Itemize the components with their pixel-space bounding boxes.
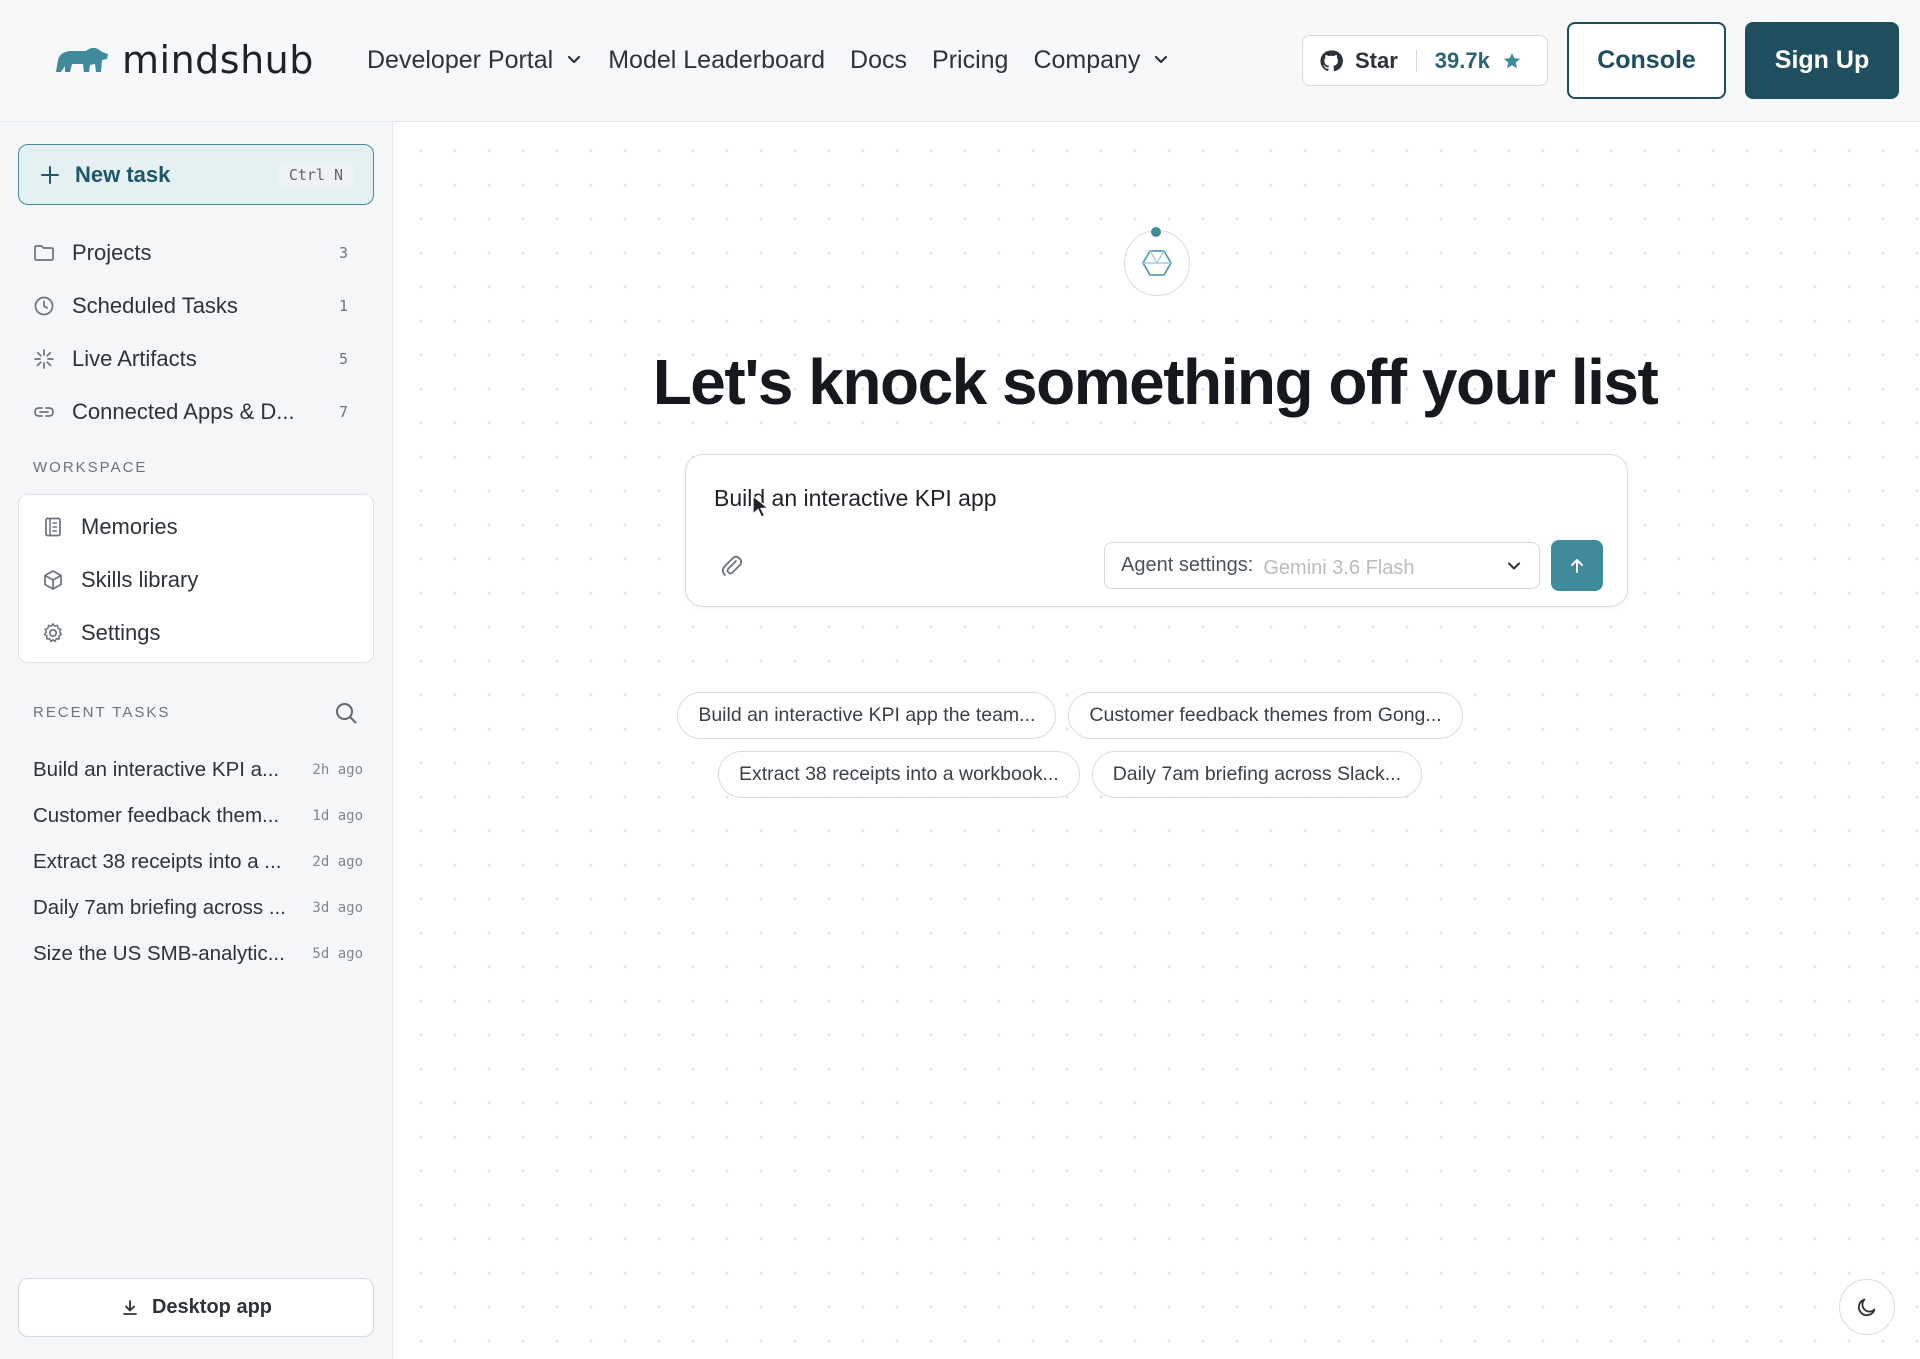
recent-task-time: 2d ago <box>312 854 363 870</box>
paperclip-icon[interactable] <box>718 552 744 578</box>
star-icon <box>1503 52 1520 68</box>
recent-task-time: 1d ago <box>312 808 363 824</box>
nav-company[interactable]: Company <box>1033 46 1170 75</box>
sidebar-primary-list: Projects 3 Scheduled Tasks 1 Live Artifa… <box>18 226 374 438</box>
new-task-button[interactable]: New task Ctrl N <box>18 144 374 205</box>
chevron-down-icon <box>1508 562 1520 570</box>
nav-docs[interactable]: Docs <box>850 46 907 75</box>
count-badge: 5 <box>338 349 348 368</box>
recent-task-time: 3d ago <box>312 900 363 916</box>
arrow-up-icon <box>1571 558 1583 573</box>
sidebar-item-label: Connected Apps & D... <box>72 398 295 424</box>
brand-logo[interactable]: mindshub <box>52 38 314 82</box>
download-icon <box>123 1299 137 1315</box>
recent-task-item[interactable]: Size the US SMB-analytic... 5d ago <box>33 931 363 977</box>
hexagon-cube-icon <box>1142 250 1172 276</box>
chevron-down-icon <box>568 55 581 64</box>
prompt-composer: Build an interactive KPI app Agent setti… <box>685 454 1628 607</box>
nav-developer-portal[interactable]: Developer Portal <box>367 46 583 75</box>
bear-icon <box>56 47 108 72</box>
nav-pricing[interactable]: Pricing <box>932 46 1008 75</box>
recent-task-time: 5d ago <box>312 946 363 962</box>
link-icon <box>34 406 54 417</box>
top-navbar: mindshub Developer Portal Model Leaderbo… <box>0 0 1920 122</box>
workspace-section-label: WORKSPACE <box>33 459 148 476</box>
sidebar-item-label: Skills library <box>81 566 199 592</box>
agent-settings-label: Agent settings: <box>1121 554 1254 576</box>
main-nav: Developer Portal Model Leaderboard Docs … <box>367 40 1195 80</box>
page-headline: Let's knock something off your list <box>652 346 1659 418</box>
count-badge: 3 <box>338 243 348 262</box>
suggestion-chip[interactable]: Build an interactive KPI app the team... <box>677 692 1057 739</box>
sign-up-button[interactable]: Sign Up <box>1745 22 1899 99</box>
count-badge: 1 <box>338 296 348 315</box>
nav-label: Docs <box>850 45 908 74</box>
theme-toggle-button[interactable] <box>1839 1279 1895 1335</box>
sidebar-item-connected-apps[interactable]: Connected Apps & D... 7 <box>18 385 374 438</box>
github-star-count: 39.7k <box>1434 47 1490 73</box>
agent-settings-value: Gemini 3.6 Flash <box>1263 557 1415 579</box>
suggestion-chips: Build an interactive KPI app the team...… <box>0 692 1920 810</box>
nav-model-leaderboard[interactable]: Model Leaderboard <box>608 46 825 75</box>
sidebar-item-label: Live Artifacts <box>72 345 197 371</box>
moon-icon <box>1857 1298 1876 1317</box>
sidebar-item-label: Scheduled Tasks <box>72 292 238 318</box>
gear-icon <box>43 622 63 642</box>
clock-icon <box>34 296 54 315</box>
nav-label: Company <box>1033 45 1141 74</box>
sidebar-item-live-artifacts[interactable]: Live Artifacts 5 <box>18 332 374 385</box>
workspace-list: Memories Skills library Settings <box>18 494 374 663</box>
new-task-label: New task <box>75 161 171 187</box>
desktop-app-label: Desktop app <box>151 1296 273 1318</box>
recent-task-item[interactable]: Extract 38 receipts into a ... 2d ago <box>33 839 363 885</box>
notebook-icon <box>45 517 61 536</box>
sidebar-item-projects[interactable]: Projects 3 <box>18 226 374 279</box>
hero-logo <box>1124 230 1190 296</box>
suggestion-row: Extract 38 receipts into a workbook... D… <box>220 751 1920 798</box>
recent-task-item[interactable]: Daily 7am briefing across ... 3d ago <box>33 885 363 931</box>
plus-icon <box>41 165 59 184</box>
chevron-down-icon <box>1155 55 1168 64</box>
agent-settings-select[interactable]: Agent settings: Gemini 3.6 Flash <box>1104 542 1540 589</box>
sparkle-icon <box>34 348 54 369</box>
github-star-button[interactable]: Star 39.7k <box>1302 35 1548 86</box>
status-dot <box>1151 227 1161 237</box>
sidebar-item-label: Settings <box>81 619 161 645</box>
github-star-label: Star <box>1355 47 1398 73</box>
desktop-app-button[interactable]: Desktop app <box>18 1278 374 1337</box>
nav-label: Developer Portal <box>367 45 554 74</box>
suggestion-chip[interactable]: Daily 7am briefing across Slack... <box>1091 751 1422 798</box>
sidebar-item-settings[interactable]: Settings <box>19 606 373 659</box>
recent-task-title: Daily 7am briefing across ... <box>33 896 286 919</box>
nav-label: Model Leaderboard <box>608 45 826 74</box>
folder-icon <box>34 244 54 261</box>
recent-task-title: Size the US SMB-analytic... <box>33 942 285 965</box>
sidebar-item-skills-library[interactable]: Skills library <box>19 553 373 606</box>
keyboard-shortcut: Ctrl N <box>278 163 353 187</box>
suggestion-chip[interactable]: Customer feedback themes from Gong... <box>1068 692 1463 739</box>
mouse-cursor-icon <box>752 494 770 518</box>
github-icon <box>1320 49 1343 71</box>
sidebar-item-scheduled-tasks[interactable]: Scheduled Tasks 1 <box>18 279 374 332</box>
sidebar-item-label: Projects <box>72 239 152 265</box>
suggestion-chip[interactable]: Extract 38 receipts into a workbook... <box>717 751 1080 798</box>
brand-name: mindshub <box>122 38 314 82</box>
console-button[interactable]: Console <box>1567 22 1726 99</box>
cube-icon <box>44 569 62 590</box>
sidebar-item-label: Memories <box>81 513 178 539</box>
suggestion-row: Build an interactive KPI app the team...… <box>220 692 1920 739</box>
sidebar-item-memories[interactable]: Memories <box>19 500 373 553</box>
nav-label: Pricing <box>932 45 1009 74</box>
send-button[interactable] <box>1551 540 1603 591</box>
count-badge: 7 <box>338 402 348 421</box>
divider <box>1415 49 1417 72</box>
recent-task-title: Extract 38 receipts into a ... <box>33 850 282 873</box>
